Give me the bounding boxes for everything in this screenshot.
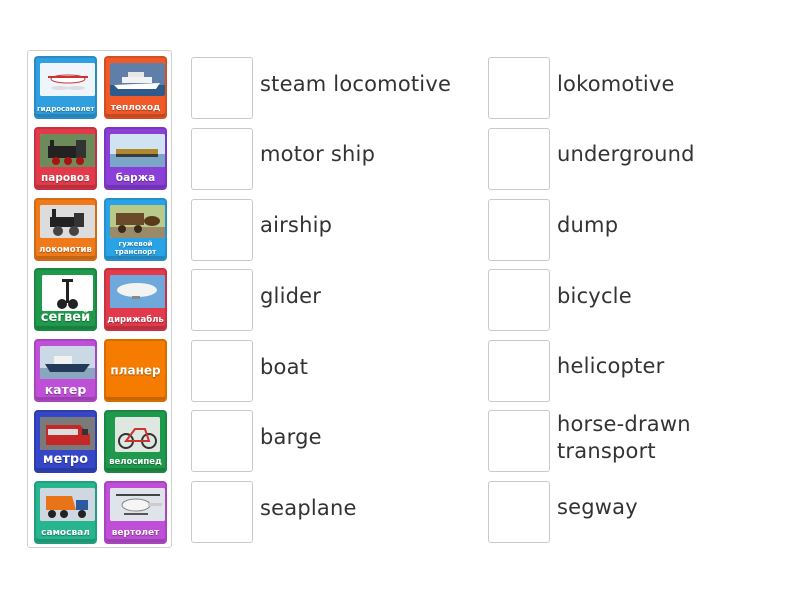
dump-truck-image [40, 488, 95, 521]
drop-slot[interactable] [191, 481, 253, 543]
tile-label: самосвал [41, 527, 90, 538]
tile-horse-drawn[interactable]: гужевой транспорт [104, 198, 167, 261]
word-bicycle: bicycle [557, 284, 632, 308]
tile-steam-locomotive[interactable]: паровоз [34, 127, 97, 190]
drop-slot[interactable] [488, 57, 550, 119]
horse-drawn-image [110, 205, 165, 238]
word-helicopter: helicopter [557, 354, 665, 378]
word-underground: underground [557, 142, 695, 166]
tile-seaplane[interactable]: гидросамолет [34, 56, 97, 119]
drop-slot[interactable] [488, 269, 550, 331]
word-segway: segway [557, 495, 638, 519]
segway-image [42, 275, 93, 311]
drop-slot[interactable] [488, 481, 550, 543]
tile-label: планер [110, 363, 161, 378]
word-barge: barge [260, 425, 322, 449]
drop-slot[interactable] [488, 199, 550, 261]
tile-segway[interactable]: сегвей [34, 268, 97, 331]
tile-label: вертолет [111, 527, 160, 538]
tile-label: метро [42, 452, 89, 468]
tile-boat[interactable]: катер [34, 339, 97, 402]
tile-label: сегвей [40, 310, 91, 326]
tile-motor-ship[interactable]: теплоход [104, 56, 167, 119]
motor-ship-image [110, 63, 165, 96]
drop-slot[interactable] [191, 199, 253, 261]
seaplane-image [40, 63, 95, 96]
airship-image [110, 275, 165, 308]
locomotive-image [40, 205, 95, 238]
tile-label: велосипед [109, 457, 162, 468]
tile-label: гидросамолет [37, 104, 95, 113]
drop-slot[interactable] [488, 128, 550, 190]
tile-label: баржа [115, 171, 156, 184]
tile-barge[interactable]: баржа [104, 127, 167, 190]
metro-image [40, 417, 95, 450]
tile-metro[interactable]: метро [34, 410, 97, 473]
word-boat: boat [260, 355, 309, 379]
drop-slot[interactable] [191, 340, 253, 402]
tile-label: катер [44, 381, 87, 397]
tile-glider[interactable]: планер [104, 339, 167, 402]
word-dump: dump [557, 213, 619, 237]
word-motor-ship: motor ship [260, 142, 376, 166]
tile-helicopter[interactable]: вертолет [104, 481, 167, 544]
barge-image [110, 134, 165, 167]
drop-slot[interactable] [191, 410, 253, 472]
tile-label: паровоз [40, 171, 91, 184]
drop-slot[interactable] [191, 269, 253, 331]
drop-slot[interactable] [191, 128, 253, 190]
tile-label: дирижабль [107, 315, 164, 326]
word-steam-locomotive: steam locomotive [260, 72, 452, 96]
drop-slot[interactable] [488, 410, 550, 472]
drop-slot[interactable] [191, 57, 253, 119]
word-glider: glider [260, 284, 322, 308]
word-seaplane: seaplane [260, 496, 357, 520]
tile-bicycle[interactable]: велосипед [104, 410, 167, 473]
word-lokomotive: lokomotive [557, 72, 675, 96]
tile-airship[interactable]: дирижабль [104, 268, 167, 331]
boat-image [40, 346, 95, 379]
steam-locomotive-image [40, 134, 95, 167]
drop-slot[interactable] [488, 340, 550, 402]
bicycle-image [115, 417, 160, 452]
word-airship: airship [260, 213, 333, 237]
tile-label: гужевой транспорт [114, 240, 157, 256]
tile-label: теплоход [110, 102, 161, 113]
tile-dump-truck[interactable]: самосвал [34, 481, 97, 544]
tile-label: локомотив [39, 245, 92, 256]
word-horse-drawn-transport: horse-drawn transport [557, 412, 691, 463]
helicopter-image [110, 488, 165, 521]
tile-locomotive[interactable]: локомотив [34, 198, 97, 261]
